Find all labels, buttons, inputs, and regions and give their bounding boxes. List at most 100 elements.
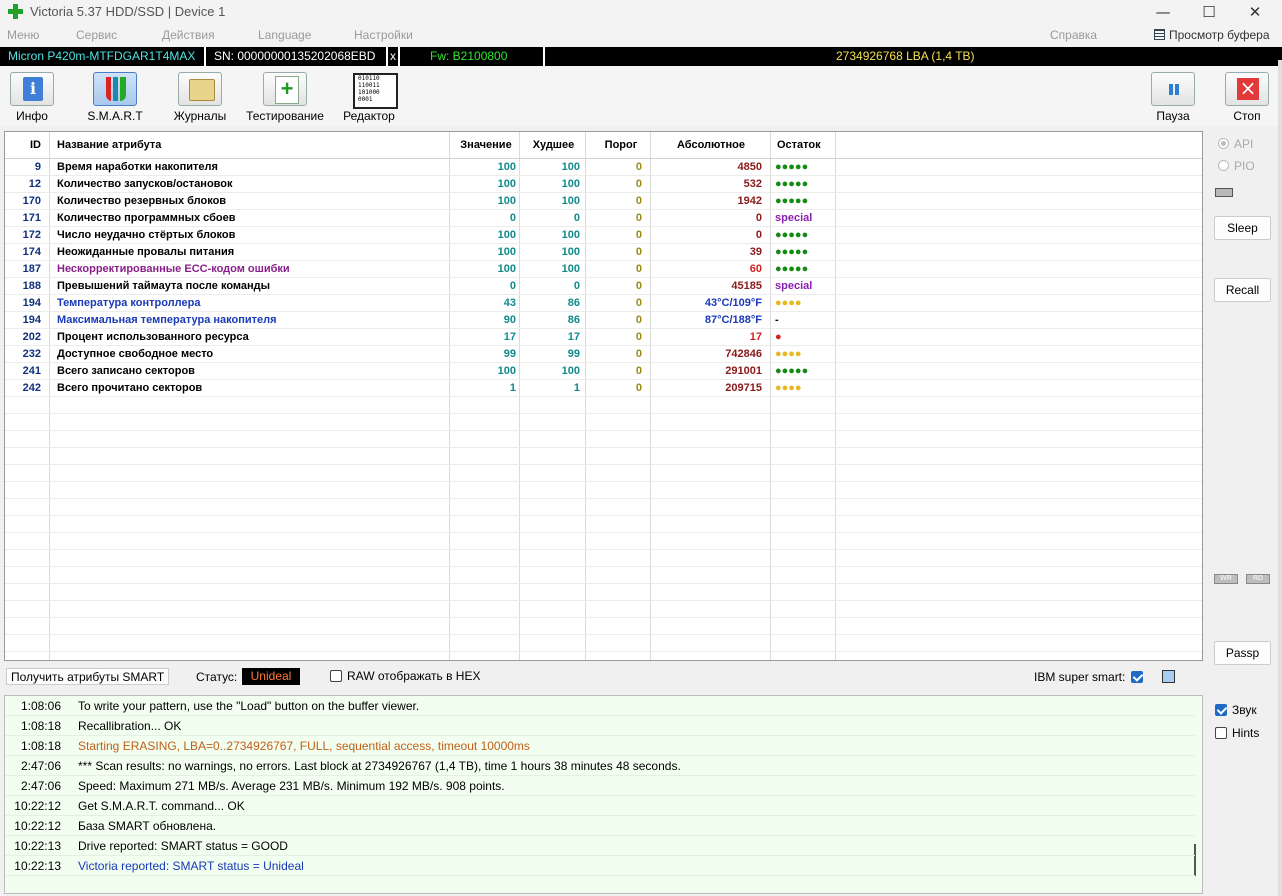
info-button[interactable]: Инфо xyxy=(9,72,55,126)
table-row[interactable]: 9 Время наработки накопителя 100 100 0 4850 ●●… xyxy=(5,159,1202,176)
buffer-viewer-link[interactable]: Просмотр буфера xyxy=(1154,28,1270,42)
empty-table-row[interactable] xyxy=(5,584,1202,601)
header-id[interactable]: ID xyxy=(5,132,43,159)
header-worst[interactable]: Худшее xyxy=(525,132,582,159)
editor-label: Редактор xyxy=(343,109,395,123)
empty-table-row[interactable] xyxy=(5,482,1202,499)
table-row[interactable]: 174 Неожиданные провалы питания 100 100 0 39 ●… xyxy=(5,244,1202,261)
raw-hex-label: RAW отображать в HEX xyxy=(347,669,481,683)
attr-value: 100 xyxy=(497,246,516,258)
table-row[interactable]: 232 Доступное свободное место 99 99 0 742846 ●… xyxy=(5,346,1202,363)
close-window-button[interactable]: ✕ xyxy=(1232,0,1278,25)
attr-remaining: ●●●●● xyxy=(775,195,809,207)
maximize-button[interactable]: ☐ xyxy=(1186,0,1232,25)
checkbox-checked xyxy=(1131,671,1143,683)
attr-threshold: 0 xyxy=(635,331,642,343)
smart-attributes-table[interactable]: ID Название атрибута Значение Худшее Пор… xyxy=(4,131,1203,661)
log-panel[interactable]: 1:08:06 To write your pattern, use the "L… xyxy=(4,695,1203,894)
logs-button[interactable]: Журналы xyxy=(168,72,232,126)
attr-name: Время наработки накопителя xyxy=(57,161,218,173)
empty-table-row[interactable] xyxy=(5,499,1202,516)
activity-indicator xyxy=(1215,188,1233,197)
header-name[interactable]: Название атрибута xyxy=(57,132,447,159)
menu-language[interactable]: Language xyxy=(258,28,311,42)
attr-threshold: 0 xyxy=(635,195,642,207)
attr-id: 170 xyxy=(22,195,41,207)
table-row[interactable]: 170 Количество резервных блоков 100 100 0 194… xyxy=(5,193,1202,210)
pio-radio[interactable]: PIO xyxy=(1218,159,1255,173)
ibm-super-smart-checkbox[interactable] xyxy=(1131,670,1148,684)
menu-service[interactable]: Сервис xyxy=(76,28,117,42)
empty-table-row[interactable] xyxy=(5,567,1202,584)
empty-table-row[interactable] xyxy=(5,618,1202,635)
device-model[interactable]: Micron P420m-MTFDGAR1T4MAX xyxy=(0,47,206,66)
header-value[interactable]: Значение xyxy=(455,132,517,159)
api-radio[interactable]: API xyxy=(1218,137,1253,151)
log-message: Speed: Maximum 271 MB/s. Average 231 MB/… xyxy=(78,779,505,793)
empty-table-row[interactable] xyxy=(5,635,1202,652)
attr-worst: 100 xyxy=(561,229,580,241)
attr-name: Неожиданные провалы питания xyxy=(57,246,235,258)
log-entry: 10:22:13 Drive reported: SMART status = G… xyxy=(5,836,1195,856)
empty-table-row[interactable] xyxy=(5,601,1202,618)
attr-threshold: 0 xyxy=(635,161,642,173)
sleep-button[interactable]: Sleep xyxy=(1214,216,1271,240)
table-row[interactable]: 242 Всего прочитано секторов 1 1 0 209715 ●●●● xyxy=(5,380,1202,397)
device-close-button[interactable]: x xyxy=(386,47,400,66)
sound-checkbox[interactable]: Звук xyxy=(1215,703,1257,717)
empty-table-row[interactable] xyxy=(5,465,1202,482)
hints-checkbox[interactable]: Hints xyxy=(1215,726,1259,740)
stop-label: Стоп xyxy=(1233,109,1261,123)
header-remaining[interactable]: Остаток xyxy=(777,132,837,159)
empty-table-row[interactable] xyxy=(5,397,1202,414)
empty-table-row[interactable] xyxy=(5,550,1202,567)
get-smart-button[interactable]: Получить атрибуты SMART xyxy=(6,668,170,685)
table-row[interactable]: 187 Нескорректированные ECC-кодом ошибки 1… xyxy=(5,261,1202,278)
menu-actions[interactable]: Действия xyxy=(162,28,215,42)
empty-table-row[interactable] xyxy=(5,516,1202,533)
table-row[interactable]: 241 Всего записано секторов 100 100 0 291001 ●… xyxy=(5,363,1202,380)
stop-button[interactable]: Стоп xyxy=(1224,72,1270,126)
header-threshold[interactable]: Порог xyxy=(591,132,651,159)
table-row[interactable]: 171 Количество программных сбоев 0 0 0 0 speci… xyxy=(5,210,1202,227)
pause-button[interactable]: Пауза xyxy=(1150,72,1196,126)
empty-table-row[interactable] xyxy=(5,414,1202,431)
hints-label: Hints xyxy=(1232,726,1260,740)
side-options: Звук Hints xyxy=(1206,695,1276,894)
log-time: 2:47:06 xyxy=(20,779,61,793)
empty-table-row[interactable] xyxy=(5,448,1202,465)
attr-value: 100 xyxy=(497,195,516,207)
write-indicator: WR xyxy=(1214,574,1238,584)
attr-absolute: 742846 xyxy=(725,348,762,360)
table-row[interactable]: 194 Максимальная температура накопителя 90… xyxy=(5,312,1202,329)
attr-remaining: ●●●● xyxy=(775,382,802,394)
attr-threshold: 0 xyxy=(635,263,642,275)
table-row[interactable]: 188 Превышений таймаута после команды 0 0 0 4… xyxy=(5,278,1202,295)
log-message: Starting ERASING, LBA=0..2734926767, FUL… xyxy=(78,739,530,753)
empty-table-row[interactable] xyxy=(5,533,1202,550)
empty-table-row[interactable] xyxy=(5,431,1202,448)
menu-main[interactable]: Меню xyxy=(7,28,39,42)
header-absolute[interactable]: Абсолютное xyxy=(655,132,767,159)
testing-button[interactable]: Тестирование xyxy=(244,72,326,126)
ibm-color-indicator[interactable] xyxy=(1162,670,1175,683)
attr-id: 188 xyxy=(22,280,41,292)
passp-button[interactable]: Passp xyxy=(1214,641,1271,665)
attr-threshold: 0 xyxy=(635,212,642,224)
smart-button[interactable]: S.M.A.R.T xyxy=(84,72,146,126)
menu-bar: Меню Сервис Действия Language Настройки … xyxy=(0,25,1282,47)
table-row[interactable]: 172 Число неудачно стёртых блоков 100 100 0 0… xyxy=(5,227,1202,244)
menu-help[interactable]: Справка xyxy=(1050,28,1097,42)
status-label: Статус: xyxy=(196,670,238,684)
menu-settings[interactable]: Настройки xyxy=(354,28,413,42)
minimize-button[interactable]: — xyxy=(1140,0,1186,25)
table-row[interactable]: 194 Температура контроллера 43 86 0 43°C/109°… xyxy=(5,295,1202,312)
table-row[interactable]: 12 Количество запусков/остановок 100 100 0 53… xyxy=(5,176,1202,193)
recall-button[interactable]: Recall xyxy=(1214,278,1271,302)
stop-icon xyxy=(1225,72,1269,106)
log-time: 1:08:18 xyxy=(20,739,61,753)
editor-button[interactable]: Редактор xyxy=(340,72,398,126)
table-row[interactable]: 202 Процент использованного ресурса 17 17 0 1… xyxy=(5,329,1202,346)
raw-hex-checkbox[interactable]: RAW отображать в HEX xyxy=(330,669,480,683)
log-message: To write your pattern, use the "Load" bu… xyxy=(78,699,420,713)
